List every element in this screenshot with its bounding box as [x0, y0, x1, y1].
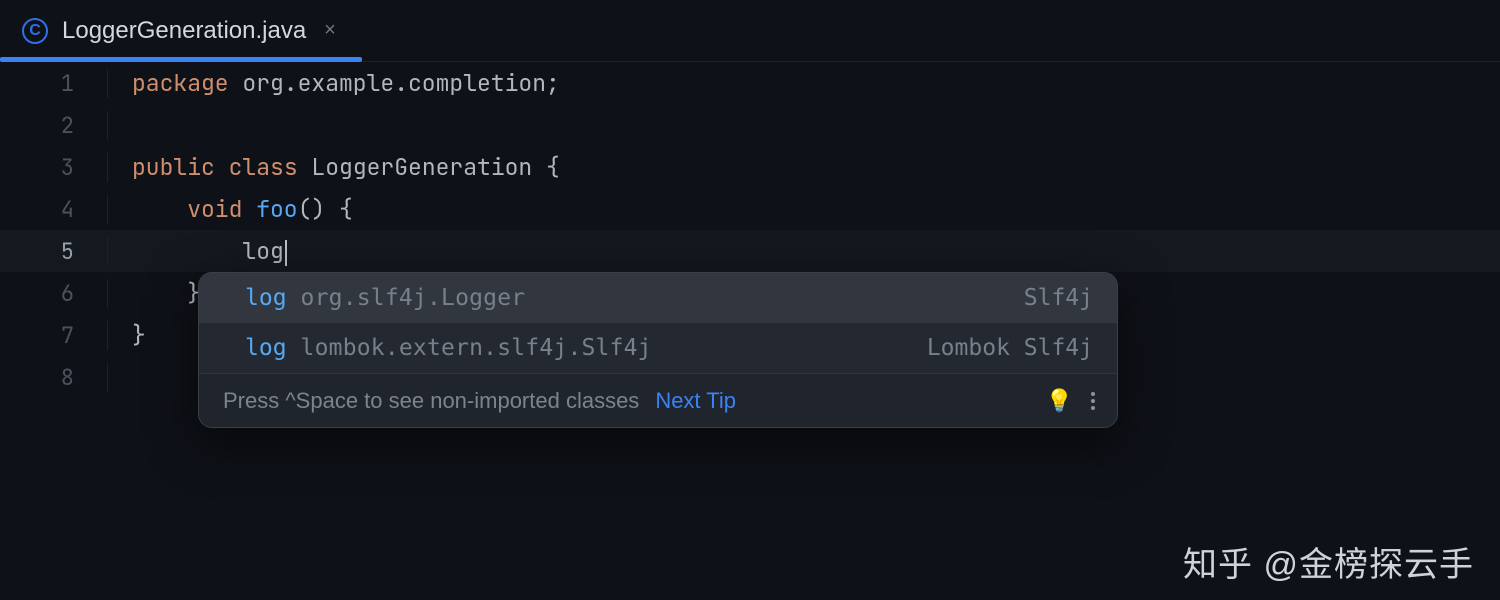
- completion-item-main: log: [245, 335, 287, 361]
- java-class-icon: C: [22, 18, 48, 44]
- text-caret: [285, 240, 287, 266]
- code-editor[interactable]: 1 package org.example.completion; 2 3 pu…: [0, 62, 1500, 600]
- code-text: log: [108, 236, 287, 266]
- completion-item[interactable]: log org.slf4j.Logger Slf4j: [199, 273, 1117, 323]
- code-line: 1 package org.example.completion;: [0, 62, 1500, 104]
- close-icon[interactable]: ×: [320, 19, 336, 42]
- code-text: package org.example.completion;: [108, 68, 560, 98]
- code-line: 3 public class LoggerGeneration {: [0, 146, 1500, 188]
- completion-item[interactable]: log lombok.extern.slf4j.Slf4j Lombok Slf…: [199, 323, 1117, 373]
- code-line: 2: [0, 104, 1500, 146]
- line-number: 1: [0, 69, 108, 98]
- tab-filename: LoggerGeneration.java: [62, 17, 306, 45]
- completion-item-main: log: [245, 285, 287, 311]
- line-number: 7: [0, 321, 108, 350]
- line-number: 2: [0, 111, 108, 140]
- completion-item-tail: Lombok Slf4j: [927, 335, 1093, 361]
- completion-item-detail: lombok.extern.slf4j.Slf4j: [301, 335, 652, 361]
- line-number: 5: [0, 237, 108, 266]
- next-tip-link[interactable]: Next Tip: [655, 388, 736, 414]
- more-icon[interactable]: [1083, 388, 1097, 414]
- code-text: }: [108, 278, 201, 308]
- code-line: 4 void foo() {: [0, 188, 1500, 230]
- completion-item-tail: Slf4j: [1024, 285, 1093, 311]
- line-number: 3: [0, 153, 108, 182]
- line-number: 6: [0, 279, 108, 308]
- line-number: 4: [0, 195, 108, 224]
- code-line-current: 5 log: [0, 230, 1500, 272]
- completion-footer-hint: Press ^Space to see non-imported classes: [223, 388, 639, 414]
- line-number: 8: [0, 363, 108, 392]
- watermark-text: 知乎 @金榜探云手: [1183, 537, 1474, 586]
- tab-active[interactable]: C LoggerGeneration.java ×: [0, 0, 362, 61]
- editor-tabbar: C LoggerGeneration.java ×: [0, 0, 1500, 62]
- code-text: void foo() {: [108, 194, 353, 224]
- completion-popup: log org.slf4j.Logger Slf4j log lombok.ex…: [198, 272, 1118, 428]
- completion-footer: Press ^Space to see non-imported classes…: [199, 373, 1117, 427]
- code-text: }: [108, 320, 146, 350]
- code-text: public class LoggerGeneration {: [108, 152, 560, 182]
- lightbulb-icon[interactable]: 💡: [1046, 388, 1073, 414]
- completion-item-detail: org.slf4j.Logger: [301, 285, 526, 311]
